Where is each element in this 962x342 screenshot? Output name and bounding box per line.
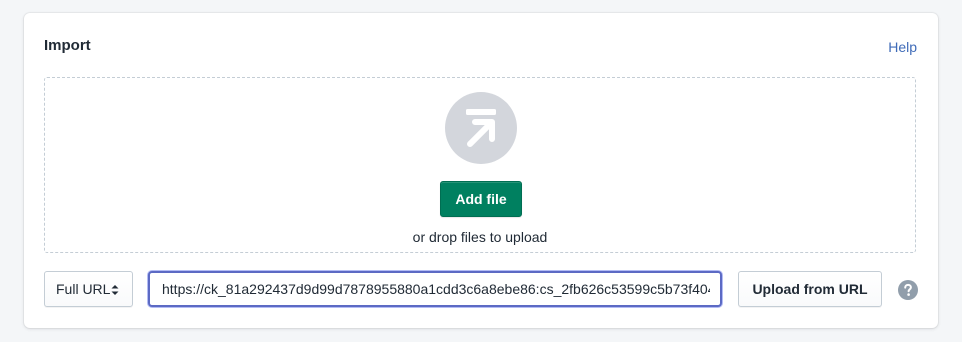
upload-arrow-icon bbox=[445, 92, 517, 164]
add-file-button[interactable]: Add file bbox=[440, 181, 522, 217]
question-circle-icon[interactable] bbox=[898, 280, 918, 300]
upload-from-url-button[interactable]: Upload from URL bbox=[738, 271, 882, 307]
select-arrows-icon bbox=[111, 285, 119, 295]
drop-hint-text: or drop files to upload bbox=[412, 229, 548, 245]
import-card: Import Help Add file or drop files to up… bbox=[24, 13, 938, 328]
help-link[interactable]: Help bbox=[888, 39, 917, 55]
card-title: Import bbox=[44, 37, 91, 54]
url-type-selected-value: Full URL bbox=[56, 281, 111, 297]
url-input[interactable] bbox=[148, 271, 722, 307]
url-type-select[interactable]: Full URL bbox=[44, 271, 133, 307]
file-dropzone[interactable]: Add file or drop files to upload bbox=[44, 77, 916, 253]
